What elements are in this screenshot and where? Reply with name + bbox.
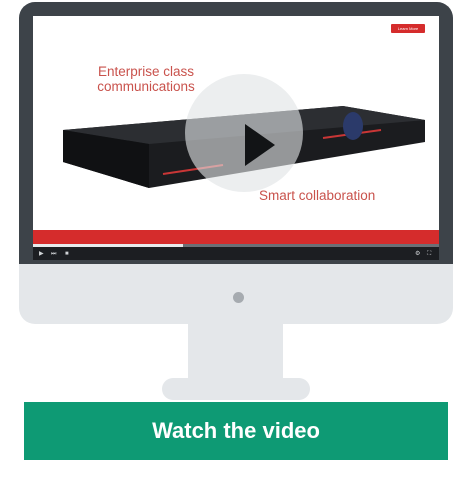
next-icon[interactable]: ⏭ (51, 250, 56, 258)
watch-video-button[interactable]: Watch the video (24, 402, 448, 460)
monitor-stand-base (162, 378, 310, 400)
play-small-icon[interactable]: ▶ (39, 250, 44, 258)
video-controls: ▶ ⏭ ■ ⚙ ⛶ (33, 244, 439, 260)
monitor-frame: Learn More Enterprise class communicatio… (19, 2, 453, 324)
corner-badge: Learn More (391, 24, 425, 33)
fullscreen-icon[interactable]: ⛶ (427, 250, 431, 258)
headline-line-2: communications (97, 79, 195, 94)
volume-icon[interactable]: ■ (65, 250, 69, 258)
video-headline: Enterprise class communications (83, 64, 209, 94)
power-indicator (233, 292, 244, 303)
play-button[interactable] (185, 74, 303, 192)
progress-fill (33, 244, 184, 247)
progress-track[interactable] (33, 244, 439, 247)
play-icon[interactable] (245, 124, 275, 166)
video-tagline: Smart collaboration (259, 188, 376, 203)
monitor-stand-neck (188, 324, 283, 380)
video-player[interactable]: Learn More Enterprise class communicatio… (33, 16, 439, 260)
monitor-bezel: Learn More Enterprise class communicatio… (19, 2, 453, 264)
settings-icon[interactable]: ⚙ (415, 250, 420, 258)
headline-line-1: Enterprise class (97, 64, 195, 79)
device-lens (343, 112, 363, 140)
